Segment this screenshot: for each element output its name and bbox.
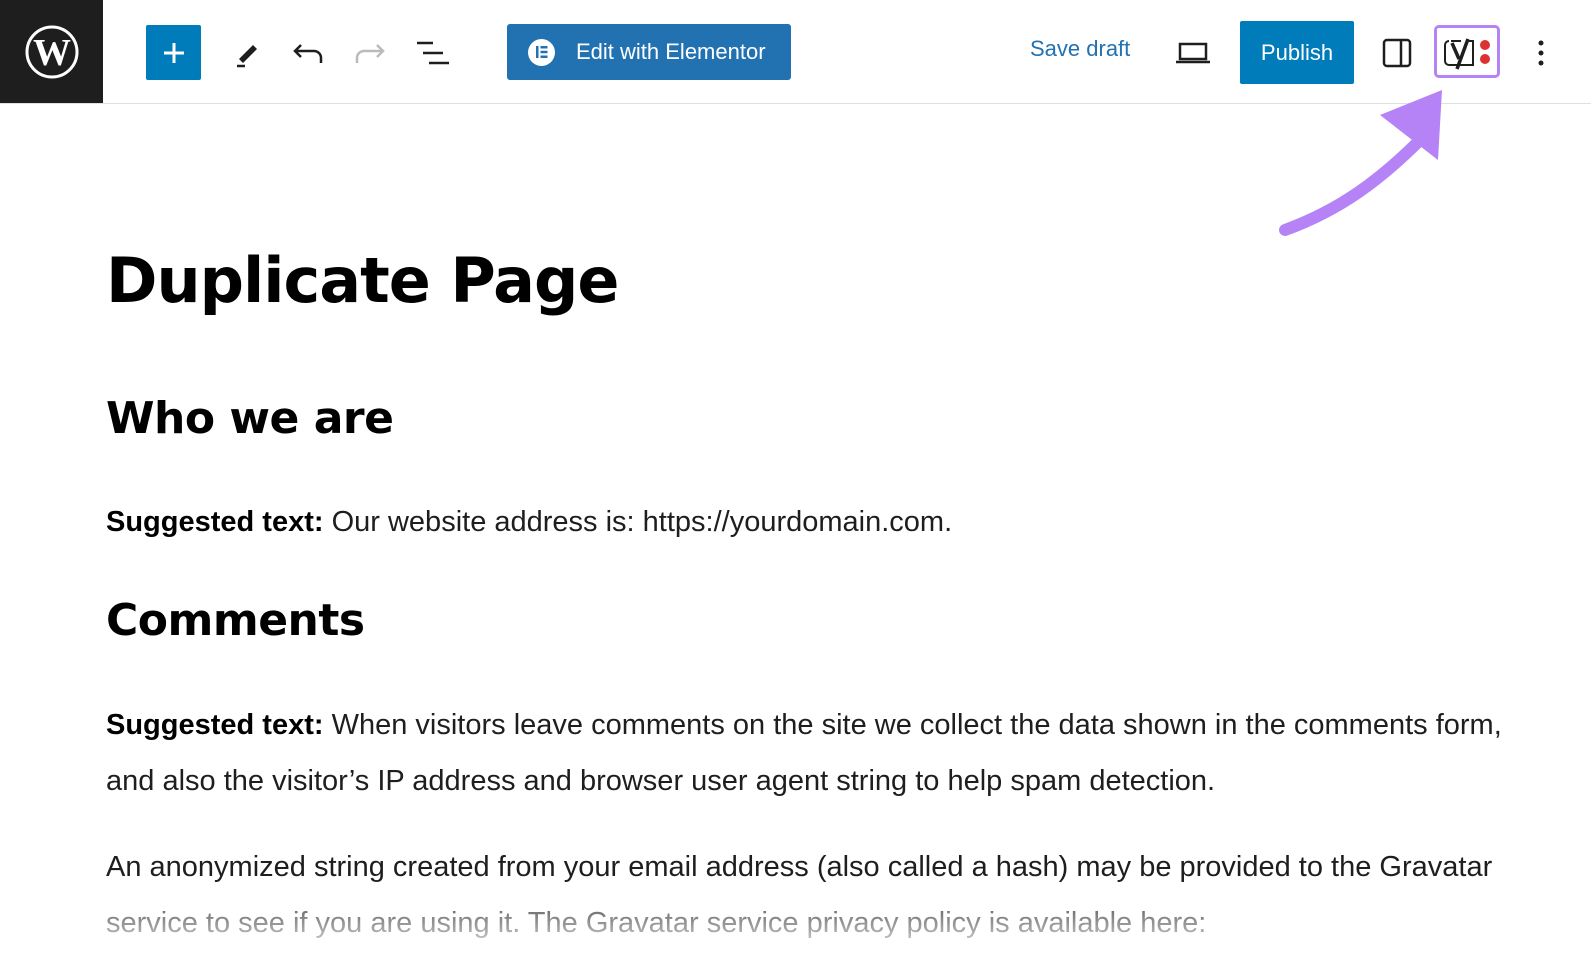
pencil-icon — [237, 45, 257, 68]
suggested-text-label: Suggested text: — [106, 506, 324, 538]
paragraph-block[interactable]: Suggested text: Our website address is: … — [106, 494, 1526, 550]
edit-with-elementor-button[interactable]: Edit with Elementor — [507, 24, 791, 80]
wordpress-logo-button[interactable]: W — [0, 0, 103, 103]
paragraph-block[interactable]: Suggested text: When visitors leave comm… — [106, 697, 1526, 809]
paragraph-block[interactable]: An anonymized string created from your e… — [106, 839, 1526, 951]
page-title[interactable]: Duplicate Page — [106, 244, 619, 317]
suggested-text-label: Suggested text: — [106, 709, 324, 741]
preview-button[interactable] — [1172, 33, 1214, 73]
tools-button[interactable] — [226, 33, 266, 73]
more-options-button[interactable] — [1528, 33, 1554, 73]
wordpress-logo-icon: W — [25, 25, 78, 78]
redo-icon — [355, 44, 385, 63]
add-block-button[interactable] — [146, 25, 201, 80]
edit-with-elementor-label: Edit with Elementor — [576, 39, 766, 64]
paragraph-text: Our website address is: https://yourdoma… — [323, 506, 953, 538]
more-options-icon — [1538, 40, 1544, 66]
paragraph-text: An anonymized string created from your e… — [106, 851, 1493, 939]
undo-icon — [293, 44, 323, 63]
desktop-preview-icon — [1176, 42, 1210, 64]
svg-text:W: W — [33, 32, 71, 74]
document-overview-button[interactable] — [412, 33, 452, 73]
annotation-arrow-icon — [1279, 90, 1442, 236]
sidebar-toggle-icon — [1382, 38, 1412, 68]
save-draft-button[interactable]: Save draft — [1030, 36, 1130, 62]
settings-sidebar-toggle[interactable] — [1377, 33, 1417, 73]
redo-button[interactable] — [350, 33, 390, 73]
publish-button[interactable]: Publish — [1240, 21, 1354, 84]
yoast-seo-icon — [1444, 37, 1490, 70]
elementor-icon — [528, 38, 555, 66]
heading-who-we-are[interactable]: Who we are — [106, 393, 394, 444]
heading-comments[interactable]: Comments — [106, 595, 365, 646]
undo-button[interactable] — [288, 33, 328, 73]
yoast-seo-button[interactable] — [1434, 25, 1500, 78]
document-overview-icon — [417, 41, 449, 65]
plus-icon — [163, 42, 184, 63]
